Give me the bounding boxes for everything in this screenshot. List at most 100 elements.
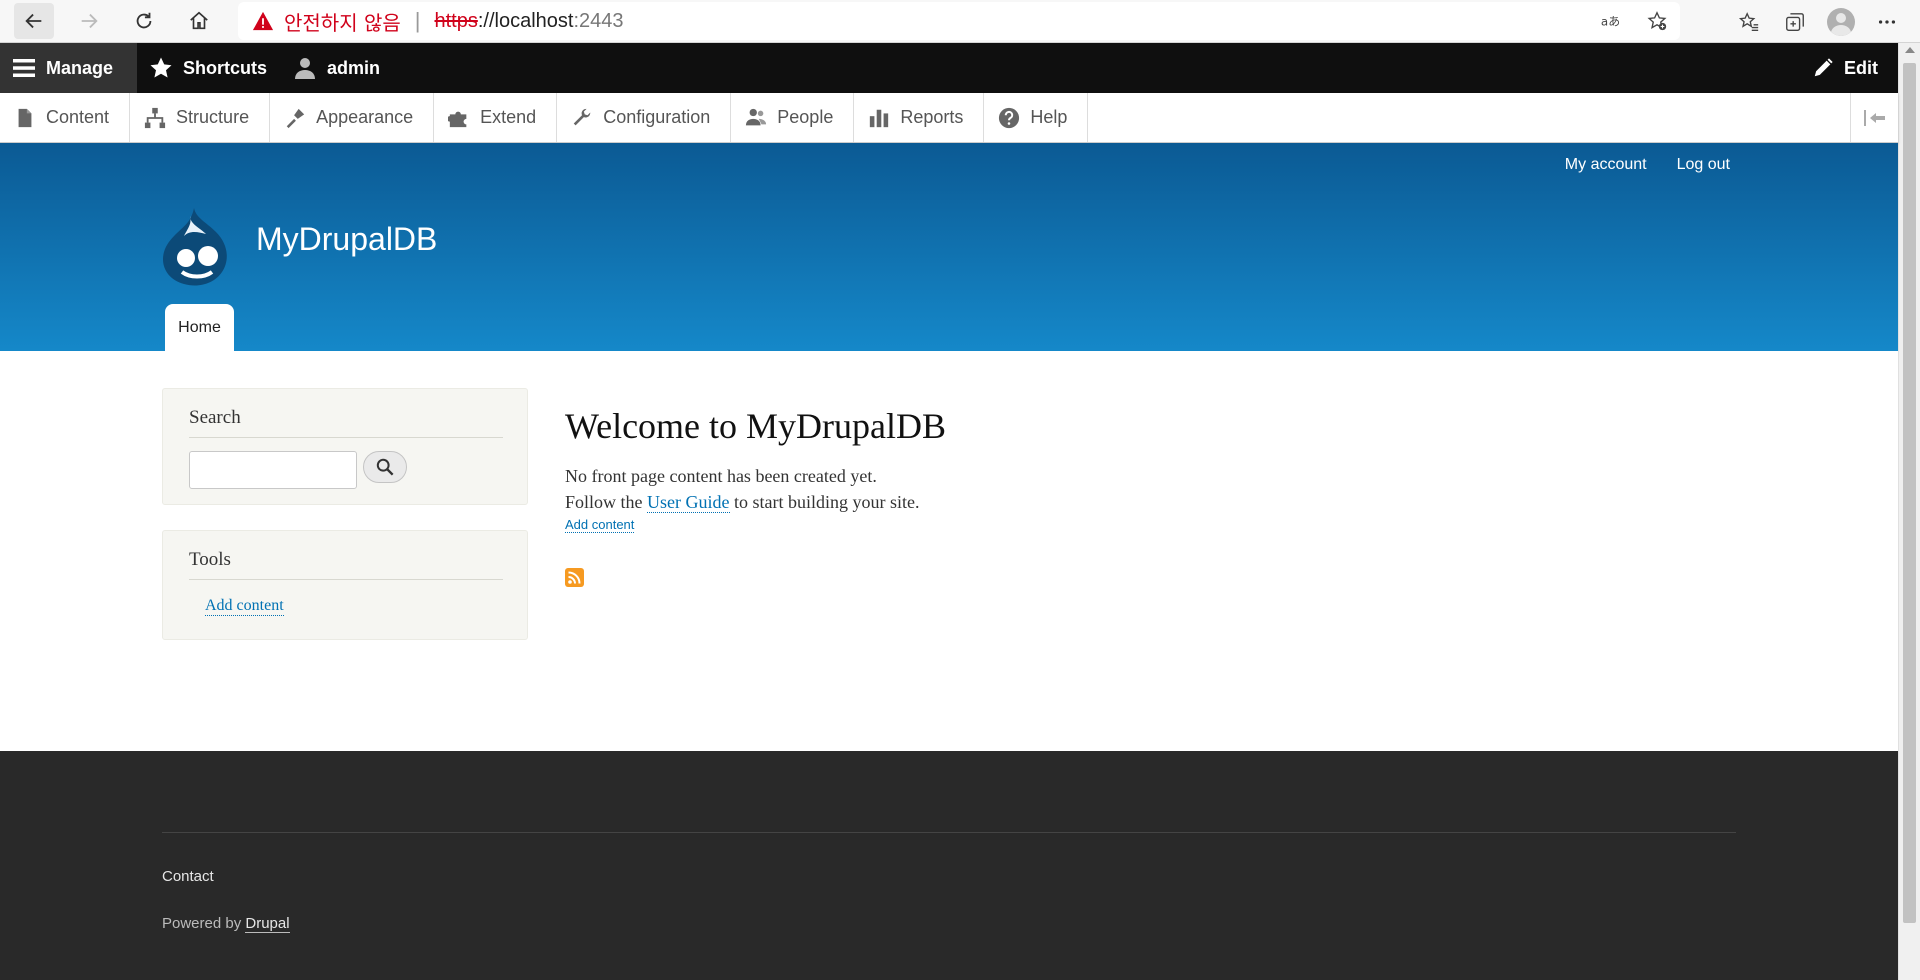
tools-block-title: Tools	[189, 549, 503, 580]
refresh-icon	[136, 12, 152, 29]
secondary-menu: My account Log out	[1535, 156, 1730, 174]
back-button[interactable]	[14, 3, 54, 39]
site-header: My account Log out MyDrupalDB Home	[0, 143, 1898, 351]
question-icon	[999, 107, 1020, 128]
reload-button[interactable]	[124, 3, 164, 39]
insecure-label: 안전하지 않음	[284, 10, 401, 35]
admin-tray: Content Structure Appearance Extend Conf…	[0, 93, 1898, 143]
tray-item-structure[interactable]: Structure	[130, 93, 271, 142]
rss-feed-icon[interactable]	[565, 568, 584, 587]
toolbar-manage[interactable]: Manage	[0, 43, 137, 93]
bar-chart-icon	[870, 109, 889, 127]
profile-button[interactable]	[1818, 4, 1864, 40]
home-button[interactable]	[179, 3, 219, 39]
arrow-right-icon	[81, 13, 98, 29]
tools-block: Tools Add content	[162, 530, 528, 640]
toolbar-manage-label: Manage	[46, 57, 114, 78]
intro-text-after: to start building your site.	[729, 492, 920, 512]
url-port: :2443	[573, 9, 624, 32]
browser-actions	[1726, 0, 1920, 43]
url-scheme: https	[434, 9, 478, 32]
home-icon	[190, 11, 208, 30]
drupal-logo-icon[interactable]	[160, 206, 234, 288]
tray-item-people[interactable]: People	[731, 93, 855, 142]
browser-toolbar: 안전하지 않음 | https://localhost:2443 aあ	[0, 0, 1920, 43]
url-host: ://localhost	[477, 9, 574, 32]
add-content-link[interactable]: Add content	[565, 517, 635, 533]
footer-contact-link[interactable]: Contact	[162, 868, 214, 885]
forward-button[interactable]	[69, 3, 109, 39]
tray-item-appearance[interactable]: Appearance	[270, 93, 435, 142]
favorites-icon	[1738, 11, 1759, 31]
avatar-icon	[1827, 7, 1855, 36]
scroll-thumb[interactable]	[1903, 63, 1916, 923]
translate-icon: aあ	[1601, 15, 1620, 29]
search-block-title: Search	[189, 407, 503, 438]
page-title: Welcome to MyDrupalDB	[565, 406, 947, 446]
intro-text-before: Follow the	[565, 492, 648, 512]
site-footer: Contact Powered by Drupal	[0, 751, 1898, 980]
tray-item-label: People	[777, 107, 834, 127]
puzzle-icon	[448, 111, 467, 127]
pencil-icon	[1814, 58, 1833, 77]
rss-icon	[568, 571, 581, 584]
admin-toolbar: Manage Shortcuts admin Edit	[0, 43, 1898, 93]
arrow-left-icon	[25, 13, 42, 29]
star-icon	[150, 57, 172, 78]
tray-item-help[interactable]: Help	[984, 93, 1089, 142]
paintbrush-icon	[286, 108, 305, 128]
tray-item-content[interactable]: Content	[0, 93, 131, 142]
my-account-link[interactable]: My account	[1565, 156, 1647, 174]
address-separator: |	[414, 8, 421, 33]
user-guide-link[interactable]: User Guide	[647, 492, 730, 513]
toolbar-edit-label: Edit	[1844, 57, 1878, 78]
page-scrollbar[interactable]	[1898, 43, 1920, 980]
add-favorite-button[interactable]	[1634, 3, 1680, 39]
tools-add-content-link[interactable]: Add content	[205, 597, 284, 616]
tray-item-extend[interactable]: Extend	[434, 93, 558, 142]
people-icon	[746, 108, 767, 125]
address-bar[interactable]: 안전하지 않음 | https://localhost:2443 aあ	[238, 2, 1680, 40]
sitemap-icon	[144, 107, 166, 128]
toolbar-edit[interactable]: Edit	[1812, 43, 1878, 93]
star-add-icon	[1647, 11, 1667, 31]
toolbar-shortcuts[interactable]: Shortcuts	[137, 43, 281, 93]
footer-powered-by: Powered by Drupal	[162, 915, 290, 933]
tray-item-label: Help	[1030, 107, 1068, 127]
warning-icon	[252, 11, 274, 31]
wrench-icon	[573, 108, 591, 125]
tab-home[interactable]: Home	[165, 304, 234, 351]
tray-item-label: Extend	[480, 107, 537, 127]
site-name[interactable]: MyDrupalDB	[256, 221, 437, 258]
drupal-link[interactable]: Drupal	[245, 915, 290, 933]
log-out-link[interactable]: Log out	[1677, 156, 1730, 174]
scroll-up-arrow-icon[interactable]	[1905, 47, 1915, 53]
tray-item-label: Reports	[900, 107, 964, 127]
search-input[interactable]	[189, 451, 357, 489]
search-icon	[376, 458, 394, 476]
address-actions: aあ	[1588, 2, 1680, 40]
tray-item-label: Structure	[176, 107, 250, 127]
powered-by-text: Powered by	[162, 915, 246, 932]
tray-item-label: Content	[46, 107, 110, 127]
footer-divider	[162, 832, 1736, 833]
file-icon	[18, 108, 32, 127]
toolbar-user-label: admin	[327, 57, 381, 78]
tray-item-label: Configuration	[603, 107, 711, 127]
hamburger-icon	[13, 59, 35, 77]
user-icon	[295, 58, 316, 79]
settings-menu-button[interactable]	[1864, 4, 1910, 40]
tray-orientation-toggle[interactable]	[1850, 93, 1898, 142]
favorites-button[interactable]	[1726, 4, 1772, 40]
tray-item-reports[interactable]: Reports	[854, 93, 985, 142]
toolbar-user[interactable]: admin	[281, 43, 394, 93]
svg-text:aあ: aあ	[1601, 15, 1620, 29]
toolbar-shortcuts-label: Shortcuts	[183, 57, 268, 78]
more-icon	[1878, 19, 1896, 24]
intro-line-2: Follow the User Guide to start building …	[565, 489, 1365, 515]
tray-item-configuration[interactable]: Configuration	[557, 93, 732, 142]
read-aloud-button[interactable]: aあ	[1588, 3, 1634, 39]
main-content: Welcome to MyDrupalDB No front page cont…	[565, 405, 1365, 587]
search-button[interactable]	[363, 451, 407, 483]
collections-button[interactable]	[1772, 4, 1818, 40]
